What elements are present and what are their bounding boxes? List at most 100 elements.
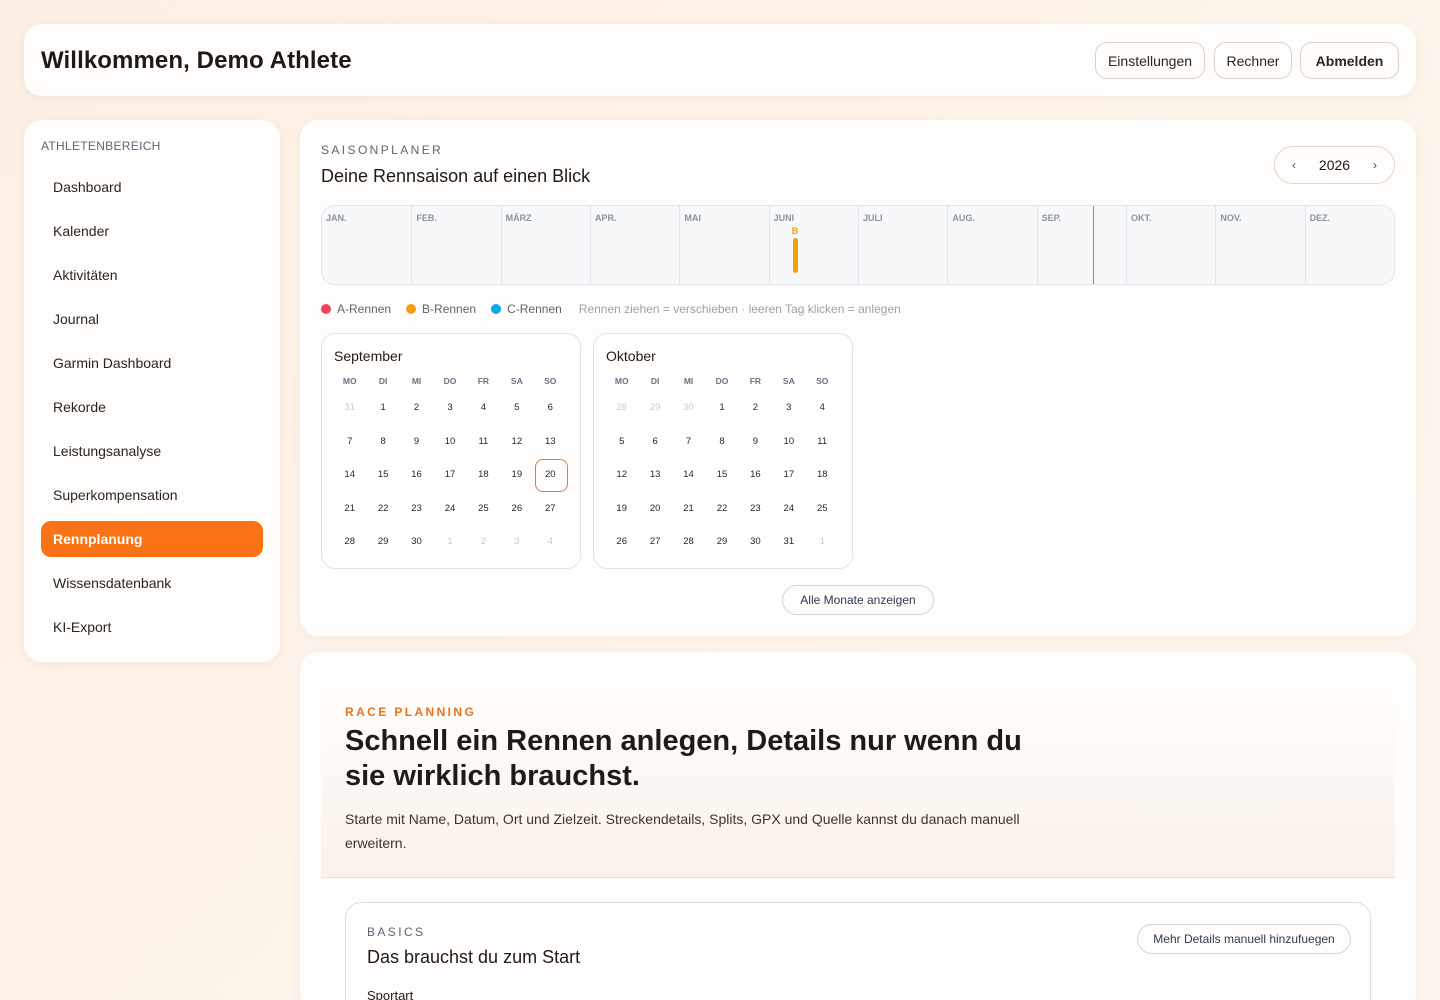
sidebar-item-ki-export[interactable]: KI-Export [41, 609, 263, 645]
calendar-day[interactable]: 30 [400, 525, 433, 559]
calendar-day[interactable]: 1 [806, 525, 839, 559]
timeline-month: MÄRZ [500, 206, 590, 284]
sidebar-item-kalender[interactable]: Kalender [41, 213, 263, 249]
calendar-day[interactable]: 18 [467, 458, 500, 492]
sidebar-item-leistungsanalyse[interactable]: Leistungsanalyse [41, 433, 263, 469]
calendar-day[interactable]: 29 [366, 525, 399, 559]
calendar-day[interactable]: 2 [739, 391, 772, 425]
calendar-day[interactable]: 28 [605, 391, 638, 425]
calendar-day[interactable]: 4 [806, 391, 839, 425]
add-details-button[interactable]: Mehr Details manuell hinzufuegen [1137, 924, 1351, 954]
calendar-day[interactable]: 24 [772, 492, 805, 526]
calendar-day[interactable]: 28 [672, 525, 705, 559]
calendar-day[interactable]: 14 [672, 458, 705, 492]
calendar-day[interactable]: 9 [739, 425, 772, 459]
calendar-day[interactable]: 5 [605, 425, 638, 459]
sidebar-item-journal[interactable]: Journal [41, 301, 263, 337]
calendar-day[interactable]: 1 [366, 391, 399, 425]
calendar-day[interactable]: 1 [433, 525, 466, 559]
calendar-day[interactable]: 6 [534, 391, 567, 425]
calendar-day[interactable]: 15 [705, 458, 738, 492]
calendar-day[interactable]: 4 [467, 391, 500, 425]
show-all-months-button[interactable]: Alle Monate anzeigen [782, 585, 934, 615]
calendar-day[interactable]: 30 [739, 525, 772, 559]
calendar-day[interactable]: 16 [739, 458, 772, 492]
calendar-day[interactable]: 22 [705, 492, 738, 526]
calendar-day[interactable]: 3 [500, 525, 533, 559]
logout-button[interactable]: Abmelden [1300, 42, 1399, 79]
sidebar-item-superkompensation[interactable]: Superkompensation [41, 477, 263, 513]
calendar-day[interactable]: 31 [772, 525, 805, 559]
timeline-month-label: JUNI [773, 213, 795, 223]
calendar-day[interactable]: 21 [672, 492, 705, 526]
calendar-day[interactable]: 29 [705, 525, 738, 559]
calendar-day[interactable]: 30 [672, 391, 705, 425]
calendar-day[interactable]: 25 [467, 492, 500, 526]
sidebar-item-rekorde[interactable]: Rekorde [41, 389, 263, 425]
top-header: Willkommen, Demo Athlete Einstellungen R… [24, 24, 1416, 96]
calculator-button[interactable]: Rechner [1214, 42, 1292, 79]
calendar-day[interactable]: 17 [433, 458, 466, 492]
calendar-day[interactable]: 21 [333, 492, 366, 526]
calendar-day[interactable]: 14 [333, 458, 366, 492]
calendar-day[interactable]: 10 [433, 425, 466, 459]
next-year-icon[interactable]: › [1368, 158, 1382, 172]
calendar-day[interactable]: 17 [772, 458, 805, 492]
calendar-day[interactable]: 3 [772, 391, 805, 425]
sidebar-item-wissensdatenbank[interactable]: Wissensdatenbank [41, 565, 263, 601]
timeline-month-label: MÄRZ [505, 213, 532, 223]
calendar-day[interactable]: 8 [705, 425, 738, 459]
legend-dot-icon [321, 304, 331, 314]
calendar-day[interactable]: 27 [638, 525, 671, 559]
calendar-day[interactable]: 1 [705, 391, 738, 425]
calendar-day[interactable]: 25 [806, 492, 839, 526]
calendar-day[interactable]: 10 [772, 425, 805, 459]
season-planner: SAISONPLANER Deine Rennsaison auf einen … [300, 120, 1416, 636]
calendar-day[interactable]: 6 [638, 425, 671, 459]
calendar-day[interactable]: 5 [500, 391, 533, 425]
calendar-day[interactable]: 18 [806, 458, 839, 492]
calendar-day[interactable]: 20 [638, 492, 671, 526]
sidebar-item-garmin-dashboard[interactable]: Garmin Dashboard [41, 345, 263, 381]
calendar-day[interactable]: 19 [605, 492, 638, 526]
calendar-day[interactable]: 2 [467, 525, 500, 559]
calendar-day[interactable]: 12 [500, 425, 533, 459]
calendar-day[interactable]: 8 [366, 425, 399, 459]
calendar-day[interactable]: 7 [672, 425, 705, 459]
calendar-day[interactable]: 4 [534, 525, 567, 559]
season-timeline[interactable]: JAN. FEB. MÄRZ APR. MAI JUNI JULI AUG. SEP. OKT. N… [321, 205, 1395, 285]
calendar-day[interactable]: 9 [400, 425, 433, 459]
calendar-day[interactable]: 27 [534, 492, 567, 526]
calendar-day[interactable]: 16 [400, 458, 433, 492]
calendar-day[interactable]: 23 [739, 492, 772, 526]
calendar-day[interactable]: 23 [400, 492, 433, 526]
calendar-day-today[interactable]: 20 [534, 458, 568, 492]
sidebar-item-dashboard[interactable]: Dashboard [41, 169, 263, 205]
calendar-day[interactable]: 11 [467, 425, 500, 459]
calendar-day[interactable]: 7 [333, 425, 366, 459]
prev-year-icon[interactable]: ‹ [1287, 158, 1301, 172]
calendar-day[interactable]: 26 [605, 525, 638, 559]
calendar-day[interactable]: 28 [333, 525, 366, 559]
calendar-day[interactable]: 15 [366, 458, 399, 492]
timeline-month: JULI [858, 206, 947, 284]
sidebar-item-aktivitäten[interactable]: Aktivitäten [41, 257, 263, 293]
calendar-day[interactable]: 13 [638, 458, 671, 492]
calendar-day[interactable]: 2 [400, 391, 433, 425]
timeline-month: MAI [679, 206, 768, 284]
calendar-day[interactable]: 22 [366, 492, 399, 526]
calendar-day[interactable]: 24 [433, 492, 466, 526]
calendar-day[interactable]: 3 [433, 391, 466, 425]
calendar-day[interactable]: 13 [534, 425, 567, 459]
calendar-day[interactable]: 19 [500, 458, 533, 492]
settings-button[interactable]: Einstellungen [1095, 42, 1205, 79]
timeline-month-label: FEB. [416, 213, 437, 223]
calendar-day[interactable]: 26 [500, 492, 533, 526]
calendar-day[interactable]: 11 [806, 425, 839, 459]
month-calendar: Oktober MO DI MI DO FR SA SO 28 29 30 1 2 3 4 5 6 7 8 9 10 11… [593, 333, 853, 569]
calendar-day[interactable]: 12 [605, 458, 638, 492]
calendar-day[interactable]: 29 [638, 391, 671, 425]
calendar-day[interactable]: 31 [333, 391, 366, 425]
sidebar-item-rennplanung[interactable]: Rennplanung [41, 521, 263, 557]
weekday-header: FR [477, 376, 490, 386]
